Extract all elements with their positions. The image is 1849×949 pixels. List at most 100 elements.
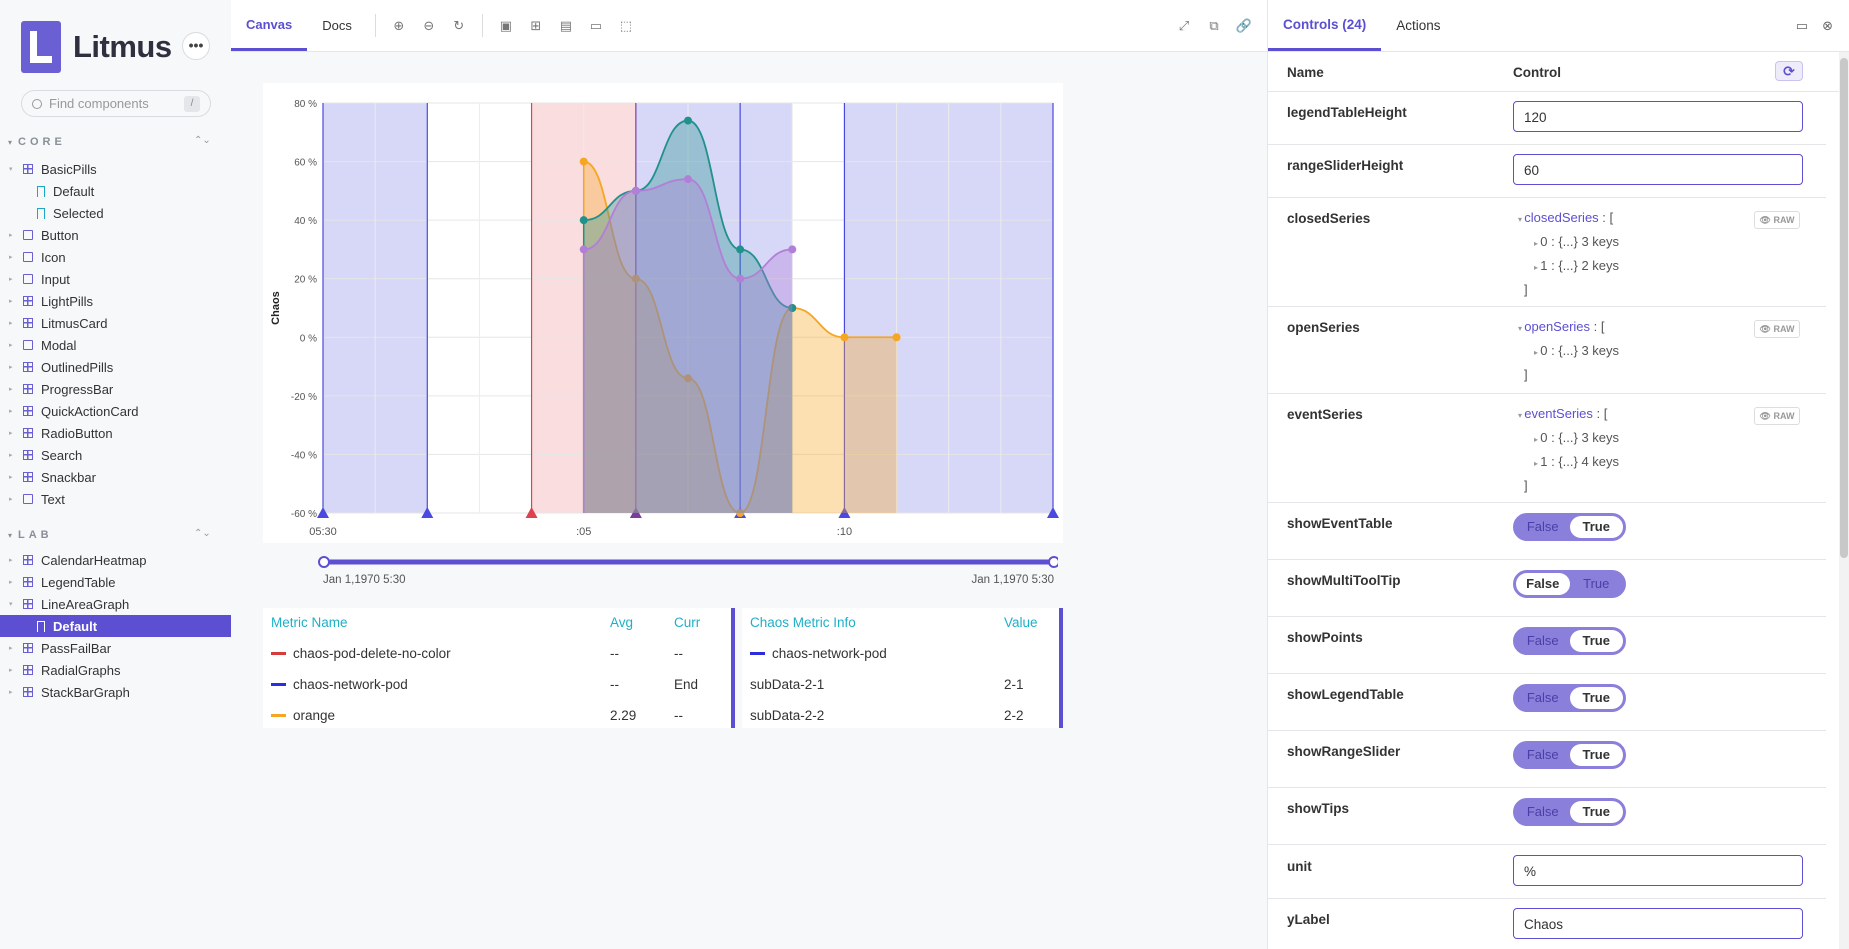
more-menu-button[interactable]: •••: [182, 32, 210, 60]
range-slider-height-input[interactable]: 60: [1513, 154, 1803, 185]
sidebar-item-snackbar[interactable]: ▸ Snackbar: [0, 466, 231, 488]
folder-icon: [23, 230, 33, 240]
component-icon: [23, 362, 33, 372]
outline-icon[interactable]: ⬚: [611, 0, 641, 51]
toggle-false-option[interactable]: False: [1516, 744, 1570, 766]
range-slider-start-handle[interactable]: [318, 556, 330, 568]
zoom-in-icon[interactable]: ⊕: [384, 0, 414, 51]
toggle-true-option[interactable]: True: [1570, 573, 1624, 595]
zoom-reset-icon[interactable]: ↻: [444, 0, 474, 51]
sidebar-item-label: LegendTable: [41, 574, 116, 590]
sidebar-item-default[interactable]: Default: [0, 180, 231, 202]
sidebar-item-button[interactable]: ▸ Button: [0, 224, 231, 246]
raw-label: RAW: [1773, 411, 1795, 421]
sidebar-item-passfailbar[interactable]: ▸ PassFailBar: [0, 637, 231, 659]
range-slider[interactable]: Jan 1,1970 5:30 Jan 1,1970 5:30: [318, 555, 1060, 586]
json-item[interactable]: 1 : {...} 2 keys: [1540, 258, 1619, 273]
toggle-false-option[interactable]: False: [1516, 630, 1570, 652]
fullscreen-icon[interactable]: ⤢: [1169, 0, 1199, 52]
toggle-true-option[interactable]: True: [1569, 516, 1623, 538]
sidebar-item-icon[interactable]: ▸ Icon: [0, 246, 231, 268]
zoom-out-icon[interactable]: ⊖: [414, 0, 444, 51]
copy-link-icon[interactable]: 🔗: [1229, 0, 1259, 52]
json-item[interactable]: 0 : {...} 3 keys: [1540, 234, 1619, 249]
component-icon: [23, 384, 33, 394]
boolean-toggle[interactable]: False True: [1513, 627, 1626, 655]
sidebar-item-modal[interactable]: ▸ Modal: [0, 334, 231, 356]
toggle-true-option[interactable]: True: [1569, 687, 1623, 709]
toggle-false-option[interactable]: False: [1516, 573, 1570, 595]
sidebar-item-radialgraphs[interactable]: ▸ RadialGraphs: [0, 659, 231, 681]
toggle-true-option[interactable]: True: [1569, 630, 1623, 652]
closed-series-json[interactable]: ▾ closedSeries : [ ▸ 0 : {...} 3 keys ▸ …: [1518, 207, 1619, 301]
component-icon: [23, 665, 33, 675]
sidebar-item-basicpills[interactable]: ▾ BasicPills: [0, 158, 231, 180]
tab-canvas[interactable]: Canvas: [231, 0, 308, 51]
toggle-true-option[interactable]: True: [1569, 744, 1623, 766]
viewport-icon[interactable]: ▤: [551, 0, 581, 51]
grid-icon[interactable]: ⊞: [521, 0, 551, 51]
background-icon[interactable]: ▣: [491, 0, 521, 51]
raw-toggle-button[interactable]: 👁 RAW: [1754, 211, 1800, 229]
sidebar-item-lineareagraph[interactable]: ▾ LineAreaGraph: [0, 593, 231, 615]
tab-docs[interactable]: Docs: [307, 0, 367, 51]
open-series-json[interactable]: ▾ openSeries : [ ▸ 0 : {...} 3 keys ]: [1518, 316, 1619, 386]
sidebar-item-label: BasicPills: [41, 161, 97, 177]
sidebar-item-stackbargraph[interactable]: ▸ StackBarGraph: [0, 681, 231, 703]
collapse-all-icon[interactable]: ⌃⌄: [194, 135, 211, 146]
sidebar-item-calendarheatmap[interactable]: ▸ CalendarHeatmap: [0, 549, 231, 571]
boolean-toggle[interactable]: False True: [1513, 513, 1626, 541]
sidebar-item-search[interactable]: ▸ Search: [0, 444, 231, 466]
boolean-toggle[interactable]: False True: [1513, 741, 1626, 769]
range-slider-end-handle[interactable]: [1048, 556, 1060, 568]
toggle-false-option[interactable]: False: [1516, 516, 1570, 538]
unit-textarea[interactable]: %: [1513, 855, 1803, 886]
scrollbar-thumb[interactable]: [1840, 58, 1848, 558]
section-lab-header[interactable]: ▾ LAB: [8, 529, 53, 541]
boolean-toggle[interactable]: False True: [1513, 570, 1626, 598]
component-icon: [23, 555, 33, 565]
sidebar-item-litmuscard[interactable]: ▸ LitmusCard: [0, 312, 231, 334]
raw-toggle-button[interactable]: 👁 RAW: [1754, 320, 1800, 338]
sidebar-item-lightpills[interactable]: ▸ LightPills: [0, 290, 231, 312]
ylabel-textarea[interactable]: Chaos: [1513, 908, 1803, 939]
toggle-false-option[interactable]: False: [1516, 687, 1570, 709]
raw-toggle-button[interactable]: 👁 RAW: [1754, 407, 1800, 425]
sidebar-item-progressbar[interactable]: ▸ ProgressBar: [0, 378, 231, 400]
sidebar-item-input[interactable]: ▸ Input: [0, 268, 231, 290]
scrollbar[interactable]: [1839, 52, 1849, 949]
reset-controls-icon[interactable]: ⟳: [1775, 61, 1803, 81]
measure-icon[interactable]: ▭: [581, 0, 611, 51]
boolean-toggle[interactable]: False True: [1513, 684, 1626, 712]
sidebar-item-quickactioncard[interactable]: ▸ QuickActionCard: [0, 400, 231, 422]
sidebar-item-radiobutton[interactable]: ▸ RadioButton: [0, 422, 231, 444]
sidebar-item-text[interactable]: ▸ Text: [0, 488, 231, 510]
legend-header-metric: Metric Name: [271, 615, 348, 630]
data-point: [631, 186, 640, 195]
sidebar-item-selected[interactable]: Selected: [0, 202, 231, 224]
x-tick-label: :05: [576, 526, 591, 538]
legend-table-height-input[interactable]: 120: [1513, 101, 1803, 132]
json-item[interactable]: 1 : {...} 4 keys: [1540, 454, 1619, 469]
sidebar-item-legendtable[interactable]: ▸ LegendTable: [0, 571, 231, 593]
toggle-false-option[interactable]: False: [1516, 801, 1570, 823]
section-core-header[interactable]: ▾ CORE: [8, 136, 66, 148]
close-icon[interactable]: ⊗: [1822, 18, 1833, 34]
tab-controls[interactable]: Controls (24): [1268, 0, 1382, 51]
event-series-json[interactable]: ▾ eventSeries : [ ▸ 0 : {...} 3 keys ▸ 1…: [1518, 403, 1619, 497]
boolean-toggle[interactable]: False True: [1513, 798, 1626, 826]
y-tick-label: 20 %: [294, 275, 317, 286]
toggle-true-option[interactable]: True: [1569, 801, 1623, 823]
y-tick-label: 60 %: [294, 158, 317, 169]
panel-layout-icon[interactable]: ▭: [1796, 18, 1808, 34]
search-input[interactable]: Find components /: [21, 90, 211, 117]
sidebar-item-default[interactable]: Default: [0, 615, 231, 637]
collapse-all-icon[interactable]: ⌃⌄: [194, 528, 211, 539]
json-item[interactable]: 0 : {...} 3 keys: [1540, 343, 1619, 358]
sidebar-item-outlinedpills[interactable]: ▸ OutlinedPills: [0, 356, 231, 378]
tab-actions[interactable]: Actions: [1381, 0, 1455, 51]
open-new-tab-icon[interactable]: ⧉: [1199, 0, 1229, 52]
control-name: unit: [1287, 859, 1312, 874]
json-item[interactable]: 0 : {...} 3 keys: [1540, 430, 1619, 445]
sidebar-item-label: Default: [53, 183, 95, 199]
